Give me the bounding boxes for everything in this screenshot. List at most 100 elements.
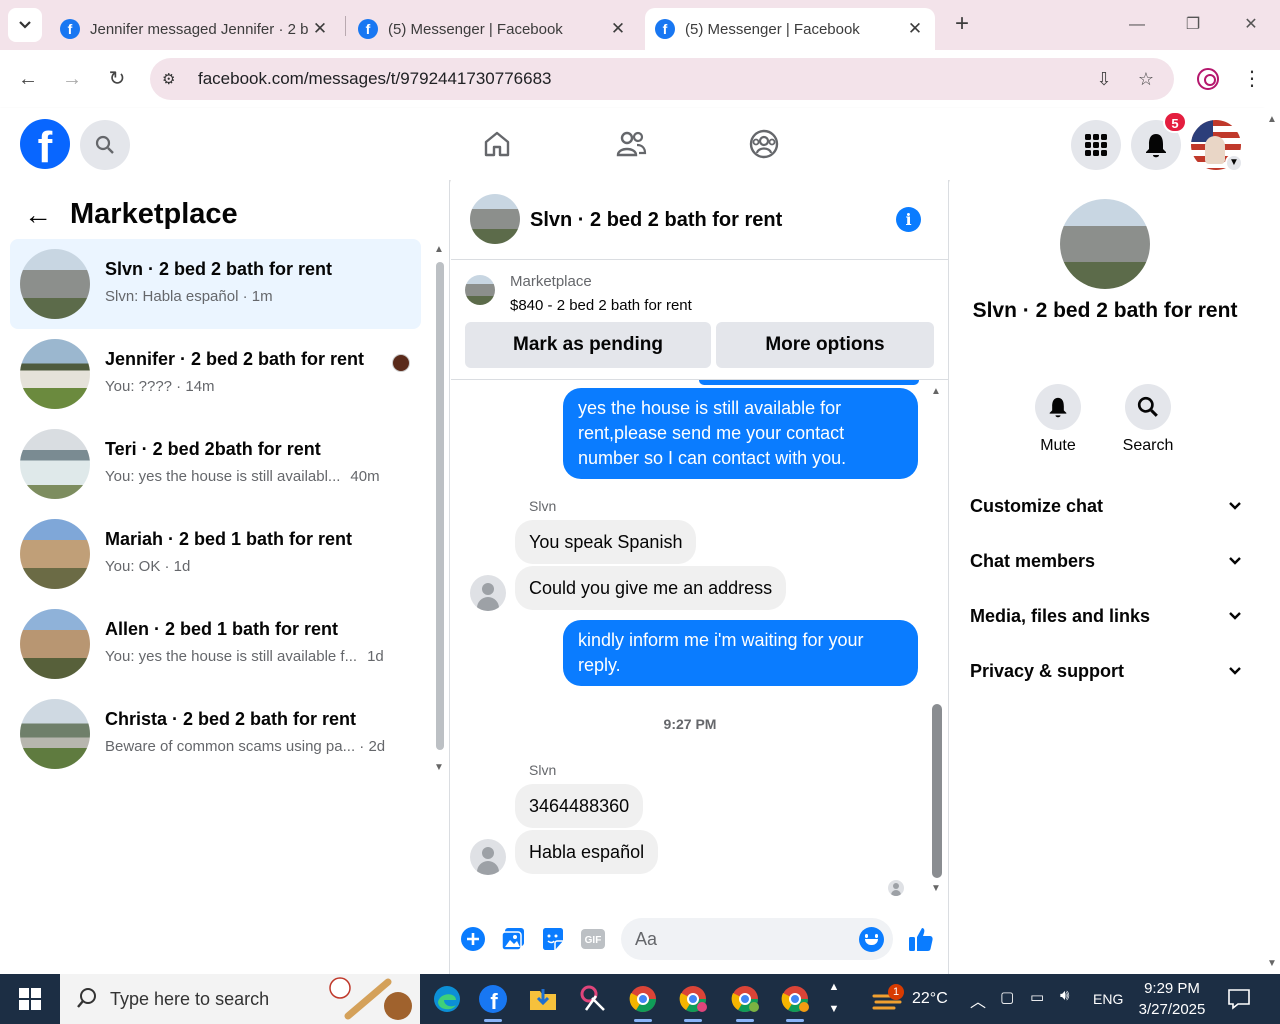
message-list: yes the house is still available for ren…	[451, 380, 949, 900]
attach-photo-icon[interactable]	[499, 925, 527, 953]
scroll-up-arrow-icon[interactable]: ▲	[931, 386, 941, 397]
conversation-item[interactable]: Christa · 2 bed 2 bath for rent Beware o…	[10, 689, 421, 779]
tab-title: (5) Messenger | Facebook	[685, 20, 860, 38]
conversation-item[interactable]: Allen · 2 bed 1 bath for rent You: yes t…	[10, 599, 421, 689]
message-input-box[interactable]	[621, 918, 893, 960]
browser-tab-1[interactable]: f Jennifer messaged Jennifer · 2 b ✕	[50, 8, 340, 50]
reload-button[interactable]: ↻	[102, 64, 132, 94]
chrome-taskbar-icon-2[interactable]	[676, 982, 710, 1022]
mark-as-pending-button[interactable]: Mark as pending	[465, 322, 711, 368]
friends-nav-icon[interactable]	[611, 124, 651, 164]
facebook-taskbar-icon[interactable]: f	[476, 982, 510, 1022]
mute-button[interactable]: Mute	[1018, 384, 1098, 455]
scroll-up-arrow-icon[interactable]: ▲	[434, 244, 444, 255]
conversation-preview: You: yes the house is still available f.…	[105, 648, 384, 665]
outgoing-message[interactable]: yes the house is still available for ren…	[563, 388, 918, 479]
add-more-icon[interactable]	[459, 925, 487, 953]
incoming-message[interactable]: Habla español	[515, 830, 659, 874]
conversation-title: Teri · 2 bed 2bath for rent	[105, 439, 321, 459]
incoming-message[interactable]: Could you give me an address	[515, 566, 787, 610]
conversation-item[interactable]: Jennifer · 2 bed 2 bath for rent You: ??…	[10, 329, 421, 419]
edge-taskbar-icon[interactable]	[430, 982, 464, 1016]
tab-close-icon[interactable]: ✕	[608, 19, 628, 39]
site-info-icon[interactable]: ⚙	[162, 70, 184, 88]
facebook-logo[interactable]: f	[20, 119, 70, 169]
restore-button[interactable]: ❐	[1178, 10, 1208, 40]
gif-icon[interactable]: GIF	[579, 925, 607, 953]
conversation-item[interactable]: Mariah · 2 bed 1 bath for rent You: OK ·…	[10, 509, 421, 599]
meet-now-icon[interactable]: ▢	[1000, 988, 1014, 1006]
customize-chat-section[interactable]: Customize chat	[970, 486, 1242, 526]
sidebar-scrollbar[interactable]	[436, 262, 444, 750]
incoming-message[interactable]: You speak Spanish	[515, 520, 697, 564]
snipping-tool-taskbar-icon[interactable]	[576, 982, 610, 1016]
browser-tab-2[interactable]: f (5) Messenger | Facebook ✕	[348, 8, 638, 50]
browser-profile-icon[interactable]	[1197, 68, 1219, 90]
chat-scrollbar[interactable]	[932, 704, 942, 878]
emoji-icon[interactable]	[859, 927, 884, 952]
taskbar-overflow-arrows[interactable]: ▲ ▼	[826, 976, 842, 1022]
minimize-button[interactable]: —	[1122, 10, 1152, 40]
network-icon[interactable]: ▭	[1030, 988, 1044, 1006]
input-language[interactable]: ENG	[1093, 991, 1123, 1007]
search-facebook-button[interactable]	[80, 120, 130, 170]
chrome-taskbar-icon-3[interactable]	[728, 982, 762, 1022]
tab-close-icon[interactable]: ✕	[310, 19, 330, 39]
media-files-links-section[interactable]: Media, files and links	[970, 596, 1242, 636]
omnibox[interactable]: ⚙ facebook.com/messages/t/97924417307766…	[150, 58, 1174, 100]
scroll-down-arrow-icon[interactable]: ▼	[1267, 958, 1277, 969]
taskbar-clock[interactable]: 9:29 PM 3/27/2025	[1132, 978, 1212, 1020]
chat-members-section[interactable]: Chat members	[970, 541, 1242, 581]
temperature-text[interactable]: 22°C	[912, 990, 948, 1008]
chat-avatar[interactable]	[470, 194, 520, 244]
info-icon[interactable]: i	[896, 207, 921, 232]
show-hidden-icons-chevron-icon[interactable]: ︿	[970, 988, 986, 1012]
sticker-icon[interactable]	[539, 925, 567, 953]
conversation-item[interactable]: Teri · 2 bed 2bath for rent You: yes the…	[10, 419, 421, 509]
file-explorer-taskbar-icon[interactable]	[526, 982, 560, 1016]
forward-button[interactable]: →	[57, 64, 87, 94]
search-in-chat-button[interactable]: Search	[1108, 384, 1188, 455]
scroll-up-arrow-icon[interactable]: ▲	[1267, 114, 1277, 125]
install-app-icon[interactable]: ⇩	[1092, 67, 1116, 91]
home-nav-icon[interactable]	[477, 124, 517, 164]
account-chevron-icon[interactable]: ▼	[1225, 154, 1243, 172]
more-options-button[interactable]: More options	[716, 322, 934, 368]
sender-avatar[interactable]	[470, 839, 506, 875]
tab-close-icon[interactable]: ✕	[905, 19, 925, 39]
thumbs-up-icon[interactable]	[907, 925, 935, 953]
volume-icon[interactable]: 🔊︎	[1060, 987, 1069, 1004]
start-button[interactable]	[0, 974, 60, 1024]
page-scrollbar[interactable]: ▲ ▼	[1264, 108, 1280, 974]
chrome-taskbar-icon-4[interactable]	[778, 982, 812, 1022]
browser-tab-3-active[interactable]: f (5) Messenger | Facebook ✕	[645, 8, 935, 50]
listing-thumbnail[interactable]	[465, 275, 495, 305]
scroll-down-arrow-icon[interactable]: ▼	[434, 762, 444, 773]
message-timestamp: 9:27 PM	[663, 716, 717, 732]
message-input[interactable]	[635, 926, 835, 952]
weather-alert-badge: 1	[888, 984, 904, 1000]
listing-large-thumbnail[interactable]	[1060, 199, 1150, 289]
incoming-message[interactable]: 3464488360	[515, 784, 644, 828]
chrome-taskbar-icon-1[interactable]	[626, 982, 660, 1022]
tab-search-button[interactable]	[8, 8, 42, 42]
outgoing-message[interactable]: kindly inform me i'm waiting for your re…	[563, 620, 918, 686]
back-arrow-icon[interactable]: ←	[24, 199, 60, 231]
taskbar-search-box[interactable]: Type here to search	[60, 974, 420, 1024]
browser-menu-icon[interactable]: ⋮	[1240, 64, 1264, 94]
notification-center-icon[interactable]	[1226, 986, 1252, 1012]
bookmark-star-icon[interactable]: ☆	[1134, 67, 1158, 91]
conversation-item[interactable]: Slvn · 2 bed 2 bath for rent Slvn: Habla…	[10, 239, 421, 329]
new-tab-button[interactable]: +	[948, 10, 976, 38]
url-text[interactable]: facebook.com/messages/t/9792441730776683	[198, 69, 551, 89]
chat-title[interactable]: Slvn · 2 bed 2 bath for rent	[530, 209, 782, 232]
close-window-button[interactable]: ✕	[1236, 10, 1266, 40]
listing-price-title[interactable]: $840 - 2 bed 2 bath for rent	[510, 297, 692, 314]
menu-grid-button[interactable]	[1071, 120, 1121, 170]
back-button[interactable]: ←	[13, 64, 43, 94]
search-label: Search	[1122, 437, 1174, 454]
sender-avatar[interactable]	[470, 575, 506, 611]
privacy-support-section[interactable]: Privacy & support	[970, 651, 1242, 691]
scroll-down-arrow-icon[interactable]: ▼	[931, 883, 941, 894]
groups-nav-icon[interactable]	[744, 124, 784, 164]
